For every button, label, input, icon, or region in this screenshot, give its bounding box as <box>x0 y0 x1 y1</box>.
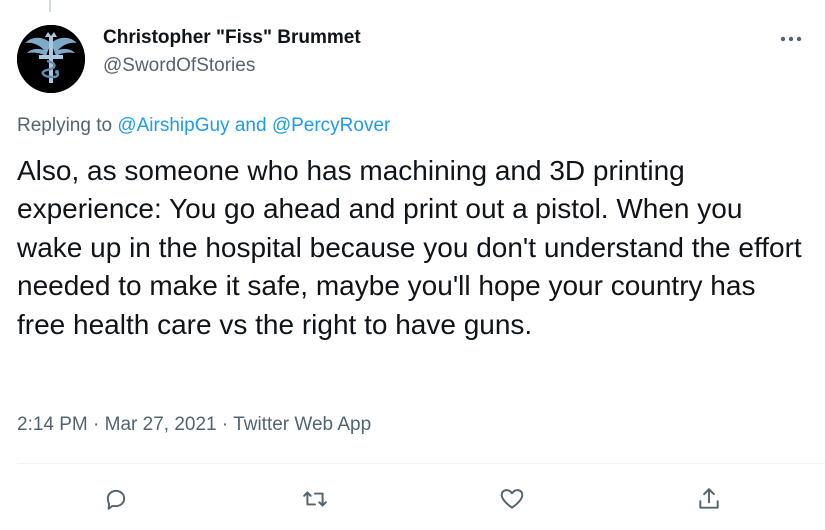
action-bar <box>0 482 825 516</box>
tweet-source[interactable]: Twitter Web App <box>233 414 371 435</box>
share-button[interactable] <box>692 482 726 516</box>
tweet-time[interactable]: 2:14 PM <box>17 414 88 435</box>
author-name[interactable]: Christopher "Fiss" Brummet <box>103 27 361 49</box>
reply-button[interactable] <box>99 482 133 516</box>
replying-to-prefix: Replying to <box>17 115 113 136</box>
tweet-meta: 2:14 PM · Mar 27, 2021 · Twitter Web App <box>17 414 371 436</box>
tweet-date[interactable]: Mar 27, 2021 <box>105 414 217 435</box>
tweet: Christopher "Fiss" Brummet @SwordOfStori… <box>0 0 825 530</box>
reply-icon <box>106 489 126 510</box>
mention-link[interactable]: @AirshipGuy <box>117 115 229 136</box>
mention-link[interactable]: @PercyRover <box>272 115 391 136</box>
tweet-text: Also, as someone who has machining and 3… <box>17 155 802 340</box>
retweet-button[interactable] <box>298 482 332 516</box>
thread-connector-line <box>49 0 51 12</box>
meta-separator: · <box>221 414 229 435</box>
share-icon <box>699 488 719 509</box>
heart-icon <box>500 489 524 509</box>
replying-to: Replying to @AirshipGuy and @PercyRover <box>17 115 390 137</box>
flamel-cross-avatar-icon <box>17 25 85 93</box>
more-options-button[interactable] <box>776 26 806 52</box>
author-handle[interactable]: @SwordOfStories <box>103 55 255 77</box>
like-button[interactable] <box>495 482 529 516</box>
retweet-icon <box>303 491 327 507</box>
meta-separator: · <box>93 414 100 435</box>
avatar[interactable] <box>17 25 85 93</box>
divider <box>17 463 825 464</box>
ellipsis-icon <box>780 36 802 42</box>
replying-to-conjunction[interactable]: and <box>235 115 267 136</box>
